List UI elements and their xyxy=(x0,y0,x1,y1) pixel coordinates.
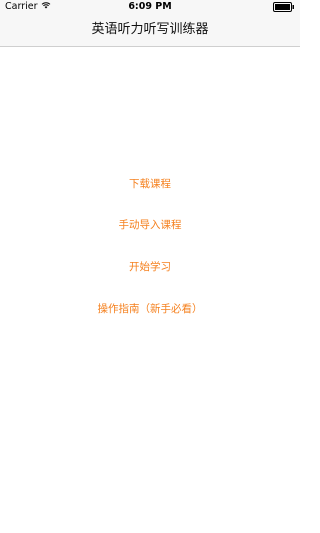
status-time: 6:09 PM xyxy=(128,1,172,12)
user-guide-button[interactable]: 操作指南（新手必看） xyxy=(0,302,300,316)
navigation-bar: 英语听力听写训练器 xyxy=(0,14,300,47)
battery-icon xyxy=(273,2,295,12)
start-learning-button[interactable]: 开始学习 xyxy=(0,260,300,274)
app-screen: Carrier 6:09 PM 英语听力听写训练器 下载课程 手动导入课程 开始… xyxy=(0,0,300,533)
import-courses-button[interactable]: 手动导入课程 xyxy=(0,218,300,232)
download-courses-button[interactable]: 下载课程 xyxy=(0,177,300,191)
status-bar: Carrier 6:09 PM xyxy=(0,0,300,14)
page-title: 英语听力听写训练器 xyxy=(91,22,209,37)
